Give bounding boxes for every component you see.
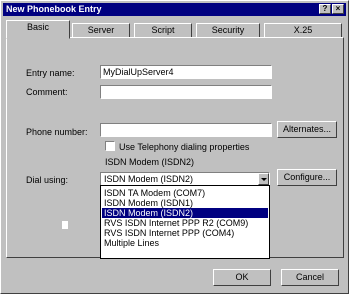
chevron-down-icon[interactable] <box>258 173 269 185</box>
telephony-checkbox-label: Use Telephony dialing properties <box>119 142 250 152</box>
entry-name-input[interactable]: MyDialUpServer4 <box>100 65 272 79</box>
phone-number-input[interactable] <box>100 123 272 137</box>
device-caption: ISDN Modem (ISDN2) <box>105 157 195 167</box>
dial-using-value: ISDN Modem (ISDN2) <box>104 174 194 184</box>
dial-using-select[interactable]: ISDN Modem (ISDN2) <box>100 172 270 186</box>
tab-security[interactable]: Security <box>196 23 260 38</box>
ok-button[interactable]: OK <box>213 269 271 286</box>
tab-basic[interactable]: Basic <box>6 20 70 39</box>
dial-using-label: Dial using: <box>26 175 69 185</box>
entry-name-label: Entry name: <box>26 68 75 78</box>
tab-script[interactable]: Script <box>134 23 192 38</box>
alternates-button[interactable]: Alternates... <box>277 121 337 138</box>
configure-button[interactable]: Configure... <box>277 169 337 186</box>
window-title: New Phonebook Entry <box>6 4 102 14</box>
close-button[interactable]: × <box>332 4 344 14</box>
dial-option[interactable]: RVS ISDN Internet PPP (COM4) <box>102 228 268 238</box>
dial-option[interactable]: ISDN Modem (ISDN1) <box>102 198 268 208</box>
obscured-control <box>62 221 68 229</box>
dial-option[interactable]: Multiple Lines <box>102 238 268 248</box>
comment-label: Comment: <box>26 87 68 97</box>
cancel-button[interactable]: Cancel <box>281 269 339 286</box>
dial-option-selected[interactable]: ISDN Modem (ISDN2) <box>102 208 268 218</box>
dialog-window: New Phonebook Entry ? × Basic Server Scr… <box>0 0 349 294</box>
tab-server[interactable]: Server <box>72 23 130 38</box>
dial-option[interactable]: ISDN TA Modem (COM7) <box>102 188 268 198</box>
dial-option[interactable]: RVS ISDN Internet PPP R2 (COM9) <box>102 218 268 228</box>
title-bar: New Phonebook Entry ? × <box>3 3 346 16</box>
dial-using-dropdown[interactable]: ISDN TA Modem (COM7) ISDN Modem (ISDN1) … <box>100 185 270 259</box>
comment-input[interactable] <box>100 85 272 99</box>
telephony-checkbox[interactable] <box>105 141 115 151</box>
tab-x25[interactable]: X.25 <box>264 23 342 38</box>
tab-strip: Basic Server Script Security X.25 <box>6 20 344 39</box>
help-button[interactable]: ? <box>319 4 331 14</box>
phone-number-label: Phone number: <box>26 127 88 137</box>
